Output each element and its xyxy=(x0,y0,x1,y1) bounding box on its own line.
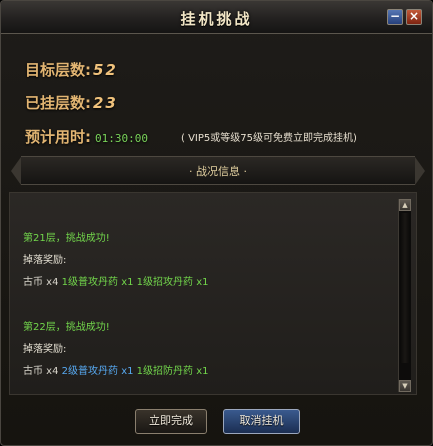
target-floors-label: 目标层数: xyxy=(25,61,91,79)
estimated-time-row: 预计用时: 01:30:00 xyxy=(25,126,148,147)
reward-coin: 古币 x4 xyxy=(23,277,59,288)
battle-info-banner: · 战况信息 · xyxy=(11,156,425,185)
dialog-title: 挂机挑战 xyxy=(180,10,253,28)
minimize-button[interactable]: − xyxy=(387,9,403,25)
minimize-icon: − xyxy=(389,9,401,23)
reward-coin: 古币 x4 xyxy=(23,366,59,377)
done-floors-row: 已挂层数: 23 xyxy=(25,92,118,113)
done-floors-value: 23 xyxy=(93,94,118,112)
scroll-up-button[interactable]: ▲ xyxy=(399,199,411,211)
log-entry-rewards: 古币 x4 1级普攻丹药 x1 1级招攻丹药 x1 xyxy=(23,273,209,288)
reward-item: 1级招防丹药 x1 xyxy=(136,366,209,377)
close-icon: × xyxy=(408,9,420,23)
triangle-up-icon: ▲ xyxy=(402,201,408,209)
reward-item: 2级普攻丹药 x1 xyxy=(61,366,134,377)
close-button[interactable]: × xyxy=(406,9,422,25)
log-entry-title: 第21层，挑战成功! xyxy=(23,233,110,244)
cancel-idle-button[interactable]: 取消挂机 xyxy=(223,409,300,434)
done-floors-label: 已挂层数: xyxy=(25,94,91,112)
triangle-down-icon: ▼ xyxy=(402,382,408,390)
complete-now-button[interactable]: 立即完成 xyxy=(135,409,207,434)
banner-right-ornament xyxy=(415,157,425,185)
scroll-thumb[interactable] xyxy=(400,213,410,363)
battle-info-label: · 战况信息 · xyxy=(189,165,247,178)
target-floors-row: 目标层数: 52 xyxy=(25,59,118,80)
log-entry-title: 第22层，挑战成功! xyxy=(23,322,110,333)
log-entry-reward-label: 掉落奖励: xyxy=(23,255,67,266)
estimated-time-value: 01:30:00 xyxy=(95,132,148,145)
battle-log[interactable]: 第21层，挑战成功! 掉落奖励: 古币 x4 1级普攻丹药 x1 1级招攻丹药 … xyxy=(9,192,417,395)
log-entry-reward-label: 掉落奖励: xyxy=(23,344,67,355)
log-scrollbar[interactable]: ▲ ▼ xyxy=(398,199,411,392)
vip-tip: ( VIP5或等级75级可免费立即完成挂机) xyxy=(181,133,357,144)
idle-challenge-dialog: 挂机挑战 − × 目标层数: 52 已挂层数: 23 预计用时: 01:30:00 (… xyxy=(0,0,433,446)
reward-item: 1级招攻丹药 x1 xyxy=(136,277,209,288)
reward-item: 1级普攻丹药 x1 xyxy=(61,277,134,288)
estimated-time-label: 预计用时: xyxy=(25,128,91,146)
banner-left-ornament xyxy=(11,157,21,185)
scroll-down-button[interactable]: ▼ xyxy=(399,380,411,392)
target-floors-value: 52 xyxy=(93,61,118,79)
title-bar[interactable]: 挂机挑战 − × xyxy=(1,1,432,34)
log-entry-rewards: 古币 x4 2级普攻丹药 x1 1级招防丹药 x1 xyxy=(23,362,209,377)
